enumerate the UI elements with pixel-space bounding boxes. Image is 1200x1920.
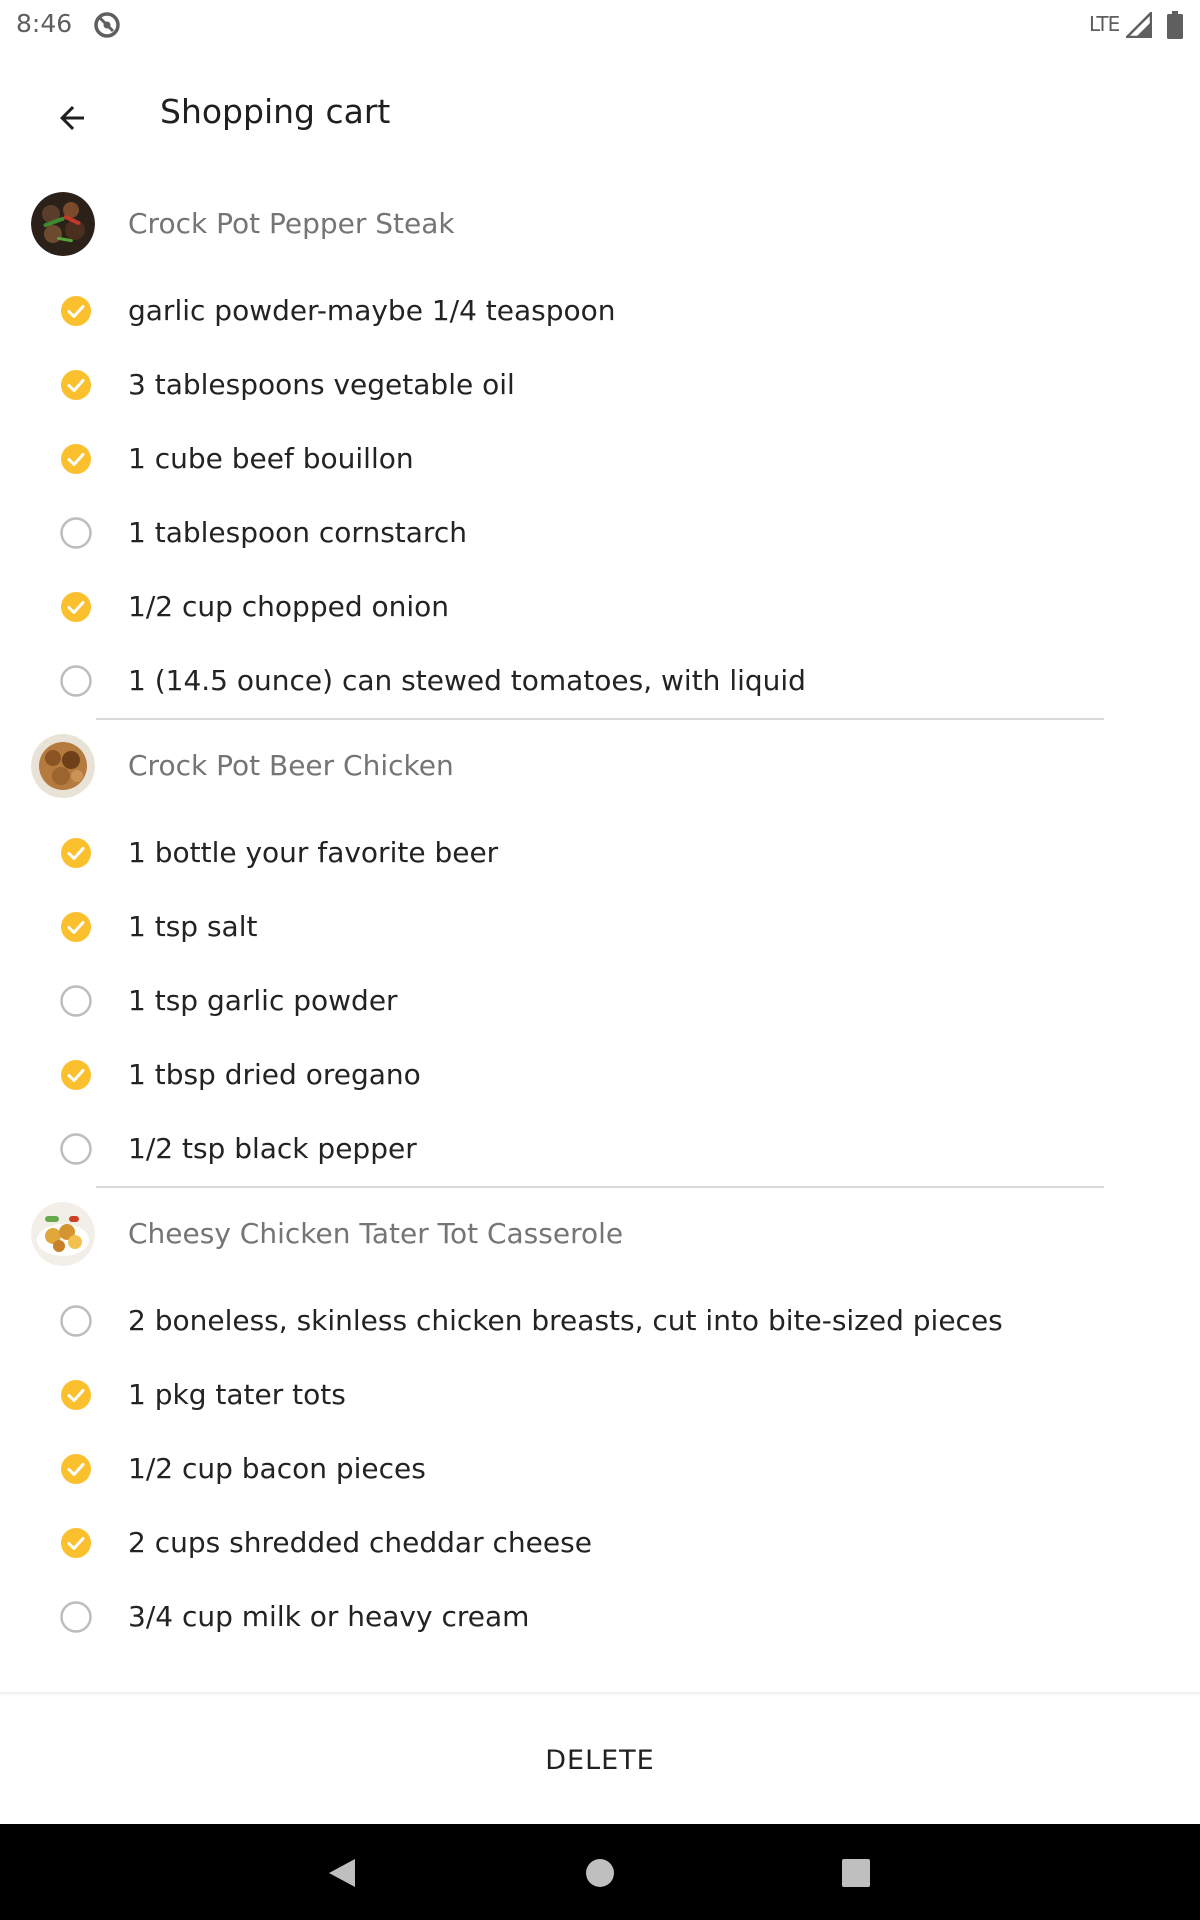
ingredient-text: garlic powder-maybe 1/4 teaspoon [128,294,616,327]
status-time: 8:46 [16,9,73,38]
ingredient-text: 1 tsp garlic powder [128,984,398,1017]
divider [96,718,1104,720]
ingredient-row[interactable]: 1 bottle your favorite beer [0,816,1200,890]
recipe-name: Cheesy Chicken Tater Tot Casserole [128,1217,624,1250]
unchecked-icon[interactable] [59,984,93,1018]
arrow-back-icon [60,106,84,130]
ingredient-text: 2 boneless, skinless chicken breasts, cu… [128,1304,1003,1337]
unchecked-icon[interactable] [59,1600,93,1634]
ingredient-row[interactable]: 2 cups shredded cheddar cheese [0,1506,1200,1580]
recipe-name: Crock Pot Beer Chicken [128,749,454,782]
app-notification-icon [94,12,120,38]
recipe-thumbnail [31,734,95,798]
ingredient-text: 1 tbsp dried oregano [128,1058,421,1091]
ingredient-text: 1 pkg tater tots [128,1378,346,1411]
ingredient-row[interactable]: 1 tsp salt [0,890,1200,964]
unchecked-icon[interactable] [59,1132,93,1166]
recipe-header: Crock Pot Pepper Steak [0,184,1200,264]
unchecked-icon[interactable] [59,1304,93,1338]
recipe-name: Crock Pot Pepper Steak [128,207,455,240]
ingredient-text: 2 cups shredded cheddar cheese [128,1526,592,1559]
ingredient-row[interactable]: 1/2 tsp black pepper [0,1112,1200,1186]
ingredient-row[interactable]: 1 tsp garlic powder [0,964,1200,1038]
ingredient-row[interactable]: garlic powder-maybe 1/4 teaspoon [0,274,1200,348]
ingredient-text: 1 tablespoon cornstarch [128,516,467,549]
back-triangle-icon [329,1859,355,1887]
ingredient-row[interactable]: 1 tablespoon cornstarch [0,496,1200,570]
nav-home-button[interactable] [575,1848,625,1898]
page-title: Shopping cart [160,92,391,131]
checked-icon[interactable] [59,1058,93,1092]
unchecked-icon[interactable] [59,516,93,550]
unchecked-icon[interactable] [59,664,93,698]
system-nav-bar [0,1824,1200,1920]
checked-icon[interactable] [59,442,93,476]
recipe-header: Cheesy Chicken Tater Tot Casserole [0,1194,1200,1274]
delete-button[interactable]: DELETE [0,1696,1200,1824]
ingredient-text: 1 tsp salt [128,910,258,943]
ingredient-row[interactable]: 1/2 cup bacon pieces [0,1432,1200,1506]
ingredient-text: 1/2 cup bacon pieces [128,1452,426,1485]
ingredient-text: 1 bottle your favorite beer [128,836,499,869]
ingredient-text: 1 cube beef bouillon [128,442,414,475]
checked-icon[interactable] [59,368,93,402]
checked-icon[interactable] [59,590,93,624]
ingredient-text: 1/2 tsp black pepper [128,1132,417,1165]
ingredient-row[interactable]: 1 cube beef bouillon [0,422,1200,496]
checked-icon[interactable] [59,836,93,870]
ingredient-text: 3 tablespoons vegetable oil [128,368,515,401]
home-circle-icon [586,1859,614,1887]
ingredient-text: 3/4 cup milk or heavy cream [128,1600,530,1633]
checked-icon[interactable] [59,1526,93,1560]
recents-square-icon [842,1859,870,1887]
ingredient-row[interactable]: 1 (14.5 ounce) can stewed tomatoes, with… [0,644,1200,718]
network-type: LTE [1089,12,1120,36]
ingredient-row[interactable]: 2 boneless, skinless chicken breasts, cu… [0,1284,1200,1358]
ingredient-row[interactable]: 1 tbsp dried oregano [0,1038,1200,1112]
recipe-thumbnail [31,192,95,256]
divider [96,1186,1104,1188]
checked-icon[interactable] [59,1452,93,1486]
nav-recents-button[interactable] [831,1848,881,1898]
signal-icon [1126,12,1152,38]
battery-icon [1167,11,1183,39]
app-bar: Shopping cart [0,48,1200,176]
ingredient-text: 1/2 cup chopped onion [128,590,450,623]
recipe-header: Crock Pot Beer Chicken [0,726,1200,806]
status-bar: 8:46 LTE [0,0,1200,48]
ingredient-text: 1 (14.5 ounce) can stewed tomatoes, with… [128,664,806,697]
ingredient-row[interactable]: 3/4 cup milk or heavy cream [0,1580,1200,1654]
recipe-thumbnail [31,1202,95,1266]
ingredient-row[interactable]: 3 tablespoons vegetable oil [0,348,1200,422]
checked-icon[interactable] [59,294,93,328]
ingredient-row[interactable]: 1/2 cup chopped onion [0,570,1200,644]
back-button[interactable] [40,86,104,150]
checked-icon[interactable] [59,910,93,944]
ingredient-row[interactable]: 1 pkg tater tots [0,1358,1200,1432]
nav-back-button[interactable] [317,1848,367,1898]
checked-icon[interactable] [59,1378,93,1412]
